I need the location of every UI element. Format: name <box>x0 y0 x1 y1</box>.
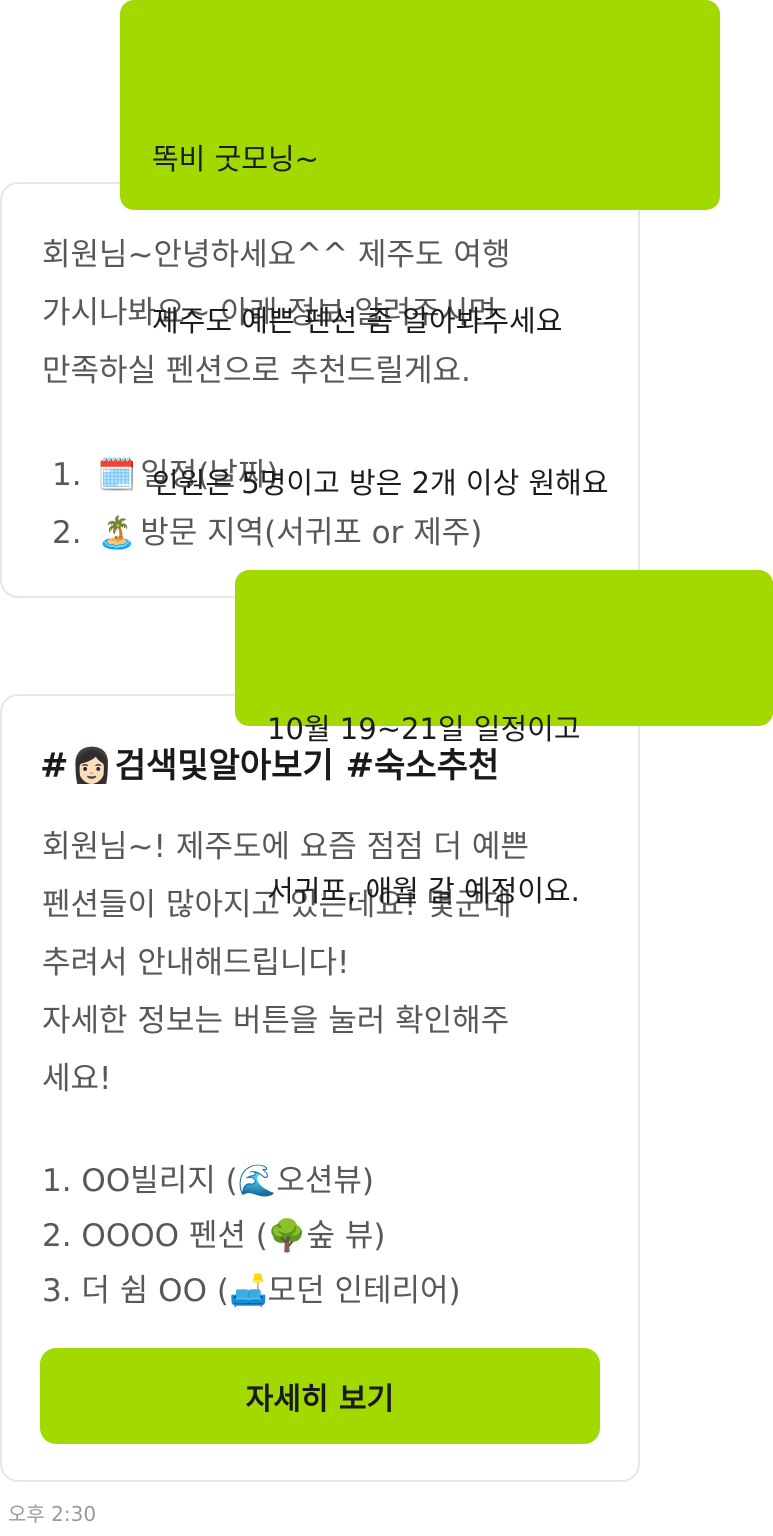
list-item: 3. 더 쉼 OO ( 🛋️ 모던 인테리어) <box>42 1264 461 1319</box>
list-number: 1. <box>52 457 82 493</box>
user-message-2: 10월 19~21일 일정이고 서귀포, 애월 갈 예정이요. <box>235 570 773 908</box>
list-text: 1. OO빌리지 ( <box>42 1163 238 1199</box>
recommendation-list: 1. OO빌리지 ( 🌊 오션뷰) 2. OOOO 펜션 ( 🌳 숲 뷰) 3.… <box>42 1154 461 1319</box>
woman-icon: 👩🏻 <box>70 746 113 786</box>
island-icon: 🏝️ <box>97 515 137 551</box>
user-message-1: 똑비 굿모닝~ 제주도 예쁜 펜션 좀 알아봐주세요 인원은 5명이고 방은 2… <box>120 0 720 500</box>
calendar-icon: 🗓️ <box>97 457 137 493</box>
wave-icon: 🌊 <box>237 1163 277 1199</box>
message-line: 인원은 5명이고 방은 2개 이상 원해요 <box>152 466 609 500</box>
message-line: 서귀포, 애월 갈 예정이요. <box>267 874 580 908</box>
message-line: 자세한 정보는 버튼을 눌러 확인해주 <box>42 1003 510 1039</box>
message-line: 10월 19~21일 일정이고 <box>267 712 581 746</box>
list-text: 오션뷰) <box>276 1163 375 1199</box>
tree-icon: 🌳 <box>267 1218 307 1254</box>
list-text: 숲 뷰) <box>306 1218 386 1254</box>
list-text: 모던 인테리어) <box>267 1273 461 1309</box>
message-timestamp: 오후 2:30 <box>8 1502 97 1526</box>
hashtag-symbol: # <box>40 746 69 786</box>
list-number: 2. <box>52 515 82 551</box>
list-item: 1. OO빌리지 ( 🌊 오션뷰) <box>42 1154 461 1209</box>
message-line: 똑비 굿모닝~ <box>152 142 319 176</box>
list-text: 2. OOOO 펜션 ( <box>42 1218 268 1254</box>
message-line: 세요! <box>42 1061 112 1097</box>
view-details-button[interactable]: 자세히 보기 <box>40 1348 600 1444</box>
list-item: 2. OOOO 펜션 ( 🌳 숲 뷰) <box>42 1209 461 1264</box>
message-line: 제주도 예쁜 펜션 좀 알아봐주세요 <box>152 304 563 338</box>
couch-icon: 🛋️ <box>228 1273 268 1309</box>
list-text: 3. 더 쉼 OO ( <box>42 1273 229 1309</box>
